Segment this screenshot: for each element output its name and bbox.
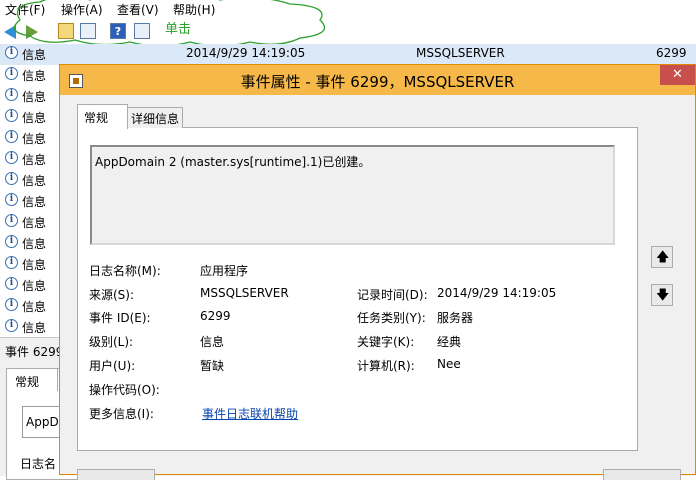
row-level: 信息: [22, 237, 47, 251]
event-properties-dialog: 事件属性 - 事件 6299，MSSQLSERVER ✕ 常规 详细信息 App…: [59, 64, 696, 480]
info-icon: i: [5, 46, 18, 59]
keywords-label: 关键字(K):: [357, 335, 415, 349]
info-icon: i: [5, 130, 18, 143]
row-level: 信息: [22, 69, 47, 83]
info-icon: i: [5, 67, 18, 80]
keywords-value: 经典: [437, 335, 462, 349]
row-level: 信息: [22, 195, 47, 209]
up-arrow-icon: 🡅: [656, 250, 670, 265]
info-icon: i: [5, 151, 18, 164]
logged-value: 2014/9/29 14:19:05: [437, 286, 557, 300]
row-level: 信息: [22, 153, 47, 167]
dialog-title: 事件属性 - 事件 6299，MSSQLSERVER: [240, 73, 515, 91]
event-id-label: 事件 ID(E):: [89, 311, 151, 325]
preview-tab-label: 常规: [15, 375, 40, 389]
info-icon: i: [5, 193, 18, 206]
log-name-value: 应用程序: [200, 264, 249, 278]
previous-event-button[interactable]: 🡅: [651, 246, 673, 268]
opcode-label: 操作代码(O):: [89, 383, 160, 397]
user-value: 暂缺: [200, 359, 225, 373]
info-icon: i: [5, 235, 18, 248]
click-annotation: 单击: [165, 22, 192, 37]
event-description-box[interactable]: AppDomain 2 (master.sys[runtime].1)已创建。: [90, 145, 615, 245]
tab-details-label: 详细信息: [131, 112, 180, 126]
info-icon: i: [5, 109, 18, 122]
logged-label: 记录时间(D):: [357, 288, 428, 302]
close-button[interactable]: ✕: [660, 65, 695, 85]
row-level: 信息: [22, 279, 47, 293]
computer-value: Nee: [437, 357, 461, 371]
event-id-value: 6299: [200, 309, 231, 323]
level-label: 级别(L):: [89, 335, 134, 349]
info-icon: i: [5, 88, 18, 101]
info-icon: i: [5, 214, 18, 227]
row-level: 信息: [22, 90, 47, 104]
table-row[interactable]: i 信息 2014/9/29 14:19:05 MSSQLSERVER 6299: [0, 44, 696, 65]
event-description: AppDomain 2 (master.sys[runtime].1)已创建。: [95, 155, 371, 169]
row-level: 信息: [22, 111, 47, 125]
next-event-button[interactable]: 🡇: [651, 284, 673, 306]
source-label: 来源(S):: [89, 288, 135, 302]
info-icon: i: [5, 256, 18, 269]
row-level: 信息: [22, 300, 47, 314]
row-level: 信息: [22, 216, 47, 230]
info-icon: i: [5, 277, 18, 290]
preview-description-text: AppD: [26, 415, 59, 429]
row-level: 信息: [22, 258, 47, 272]
info-icon: i: [5, 172, 18, 185]
preview-log-label: 日志名: [20, 457, 57, 471]
more-info-label: 更多信息(I):: [89, 407, 154, 421]
task-category-label: 任务类别(Y):: [357, 311, 426, 325]
row-event-id: 6299: [656, 46, 687, 60]
tab-general-label: 常规: [84, 111, 109, 125]
level-value: 信息: [200, 335, 225, 349]
source-value: MSSQLSERVER: [200, 286, 289, 300]
row-level: 信息: [22, 132, 47, 146]
preview-title: 事件 6299: [5, 345, 64, 359]
row-level: 信息: [22, 48, 47, 62]
row-source: MSSQLSERVER: [416, 46, 505, 60]
row-level: 信息: [22, 174, 47, 188]
log-name-label: 日志名称(M):: [89, 264, 161, 278]
preview-tab-general[interactable]: 常规: [6, 368, 58, 391]
row-level: 信息: [22, 321, 47, 335]
online-help-link[interactable]: 事件日志联机帮助: [202, 405, 298, 422]
info-icon: i: [5, 298, 18, 311]
task-category-value: 服务器: [437, 311, 474, 325]
info-icon: i: [5, 319, 18, 332]
row-date: 2014/9/29 14:19:05: [186, 46, 306, 60]
tab-details[interactable]: 详细信息: [126, 107, 183, 128]
user-label: 用户(U):: [89, 359, 136, 373]
down-arrow-icon: 🡇: [656, 288, 670, 303]
computer-label: 计算机(R):: [357, 359, 415, 373]
tab-general[interactable]: 常规: [77, 104, 128, 129]
dialog-titlebar[interactable]: 事件属性 - 事件 6299，MSSQLSERVER ✕: [60, 65, 695, 95]
